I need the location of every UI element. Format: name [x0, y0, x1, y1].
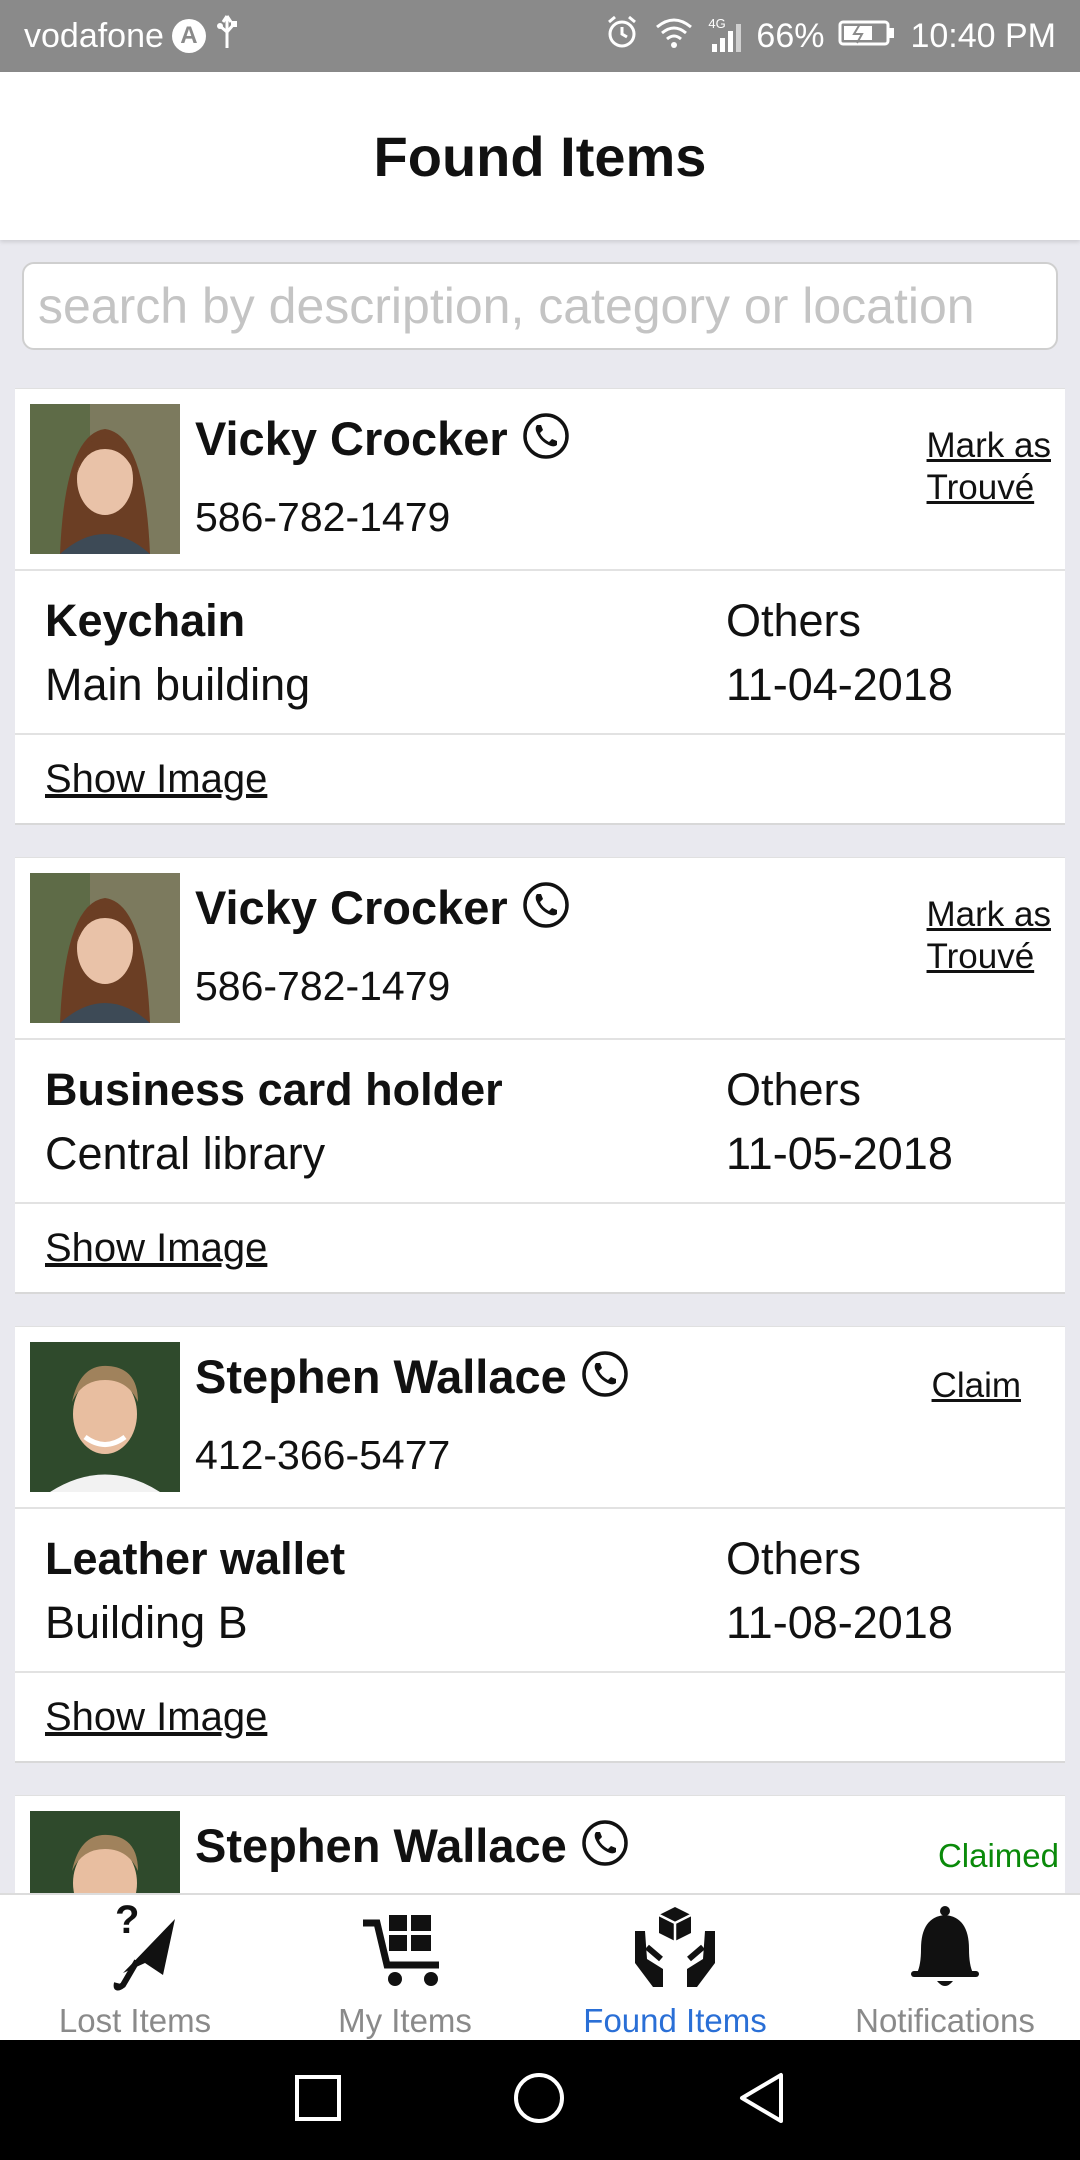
contact-name: Vicky Crocker — [195, 412, 508, 465]
nav-label: Found Items — [583, 2002, 767, 2039]
carrier-label: vodafone — [24, 16, 164, 55]
card-details: Leather wallet Building B Others 11-08-2… — [15, 1509, 1065, 1673]
avatar — [30, 1342, 180, 1492]
mark-as-found-link[interactable]: Mark as Trouvé — [927, 894, 1051, 978]
carrier-badge-icon: A — [171, 19, 206, 53]
item-date: 11-08-2018 — [726, 1597, 953, 1648]
show-image-link[interactable]: Show Image — [45, 757, 267, 802]
action-line-1: Mark as — [926, 426, 1051, 465]
item-date: 11-05-2018 — [726, 1128, 953, 1179]
phone-call-icon[interactable] — [581, 1350, 629, 1403]
wifi-icon — [654, 15, 694, 58]
avatar — [30, 404, 180, 554]
action-line-2: Trouvé — [926, 468, 1035, 507]
item-card: Vicky Crocker 586-782-1479 Mark as Trouv… — [15, 388, 1065, 825]
card-details: Business card holder Central library Oth… — [15, 1040, 1065, 1204]
contact-phone: 412-366-5477 — [195, 1432, 451, 1478]
show-image-link[interactable]: Show Image — [45, 1226, 267, 1271]
avatar — [30, 873, 180, 1023]
status-bar: vodafone A 4G 66% 10:40 PM — [0, 0, 1080, 72]
system-nav-bar — [0, 2040, 1080, 2160]
item-card: Vicky Crocker 586-782-1479 Mark as Trouv… — [15, 857, 1065, 1294]
battery-icon — [838, 17, 896, 56]
phone-call-icon[interactable] — [522, 881, 570, 934]
item-date: 11-04-2018 — [726, 659, 953, 710]
contact-name-row: Vicky Crocker — [195, 880, 570, 935]
found-items-list[interactable]: Vicky Crocker 586-782-1479 Mark as Trouv… — [15, 388, 1065, 1893]
item-card: Stephen Wallace Claimed — [15, 1795, 1065, 1893]
nav-label: Lost Items — [58, 2002, 212, 2039]
card-header: Stephen Wallace Claimed — [15, 1796, 1065, 1893]
item-category: Others — [726, 595, 862, 646]
nav-my-items[interactable]: My Items — [270, 1895, 540, 2042]
bell-icon — [895, 1903, 995, 1998]
nav-lost-items[interactable]: ? Lost Items — [0, 1895, 270, 2042]
card-details: Keychain Main building Others 11-04-2018 — [15, 571, 1065, 735]
item-name: Leather wallet — [45, 1533, 346, 1584]
nav-notifications[interactable]: Notifications — [810, 1895, 1080, 2042]
action-line-1: Mark as — [926, 895, 1051, 934]
action-line-2: Trouvé — [926, 937, 1035, 976]
page-title: Found Items — [373, 124, 707, 188]
phone-call-icon[interactable] — [522, 412, 570, 465]
nav-label: Notifications — [855, 2002, 1035, 2039]
phone-call-icon[interactable] — [581, 1819, 629, 1872]
contact-name-row: Stephen Wallace — [195, 1349, 629, 1404]
network-type-label: 4G — [708, 16, 726, 31]
contact-name-row: Stephen Wallace — [195, 1818, 629, 1873]
search-box[interactable] — [22, 262, 1058, 350]
contact-name: Stephen Wallace — [195, 1819, 567, 1872]
item-category: Others — [726, 1533, 862, 1584]
bottom-nav: ? Lost Items My Items Found Items Notifi… — [0, 1893, 1080, 2042]
nav-label: My Items — [338, 2002, 472, 2039]
card-footer: Show Image — [15, 735, 1065, 823]
app-header: Found Items — [0, 72, 1080, 240]
contact-phone: 586-782-1479 — [195, 494, 451, 540]
card-header: Stephen Wallace 412-366-5477 Claim — [15, 1327, 1065, 1509]
item-location: Building B — [45, 1597, 248, 1648]
signal-icon: 4G — [708, 16, 742, 52]
mark-as-found-link[interactable]: Mark as Trouvé — [927, 425, 1051, 509]
usb-icon — [214, 14, 240, 59]
card-footer: Show Image — [15, 1673, 1065, 1761]
hands-box-icon — [625, 1903, 725, 1998]
recents-icon[interactable] — [294, 2074, 342, 2127]
card-footer: Show Image — [15, 1204, 1065, 1292]
item-location: Main building — [45, 659, 311, 710]
claim-link[interactable]: Claim — [932, 1365, 1021, 1407]
item-name: Business card holder — [45, 1064, 503, 1115]
nav-found-items[interactable]: Found Items — [540, 1895, 810, 2042]
item-name: Keychain — [45, 595, 246, 646]
item-location: Central library — [45, 1128, 326, 1179]
search-input[interactable] — [24, 264, 1056, 348]
card-header: Vicky Crocker 586-782-1479 Mark as Trouv… — [15, 389, 1065, 571]
back-icon[interactable] — [736, 2071, 786, 2130]
item-card: Stephen Wallace 412-366-5477 Claim Leath… — [15, 1326, 1065, 1763]
lost-items-icon: ? — [85, 1898, 185, 1998]
card-header: Vicky Crocker 586-782-1479 Mark as Trouv… — [15, 858, 1065, 1040]
clock-time: 10:40 PM — [910, 16, 1056, 55]
cart-icon — [355, 1903, 455, 1998]
contact-name: Stephen Wallace — [195, 1350, 567, 1403]
battery-percent: 66% — [756, 16, 825, 55]
contact-name: Vicky Crocker — [195, 881, 508, 934]
claimed-status: Claimed — [937, 1837, 1059, 1874]
alarm-icon — [604, 14, 640, 59]
contact-name-row: Vicky Crocker — [195, 411, 570, 466]
home-icon[interactable] — [512, 2071, 566, 2130]
svg-text:?: ? — [115, 1903, 139, 1942]
avatar — [30, 1811, 180, 1893]
item-category: Others — [726, 1064, 862, 1115]
show-image-link[interactable]: Show Image — [45, 1695, 267, 1740]
contact-phone: 586-782-1479 — [195, 963, 451, 1009]
